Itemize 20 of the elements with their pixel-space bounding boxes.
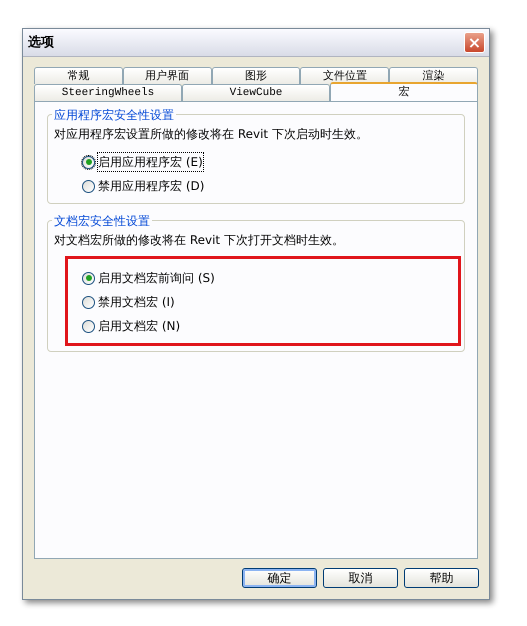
radio-option[interactable]: 启用应用程序宏 (E) (82, 153, 203, 171)
group-title: 应用程序宏安全性设置 (52, 106, 176, 124)
group-description: 对应用程序宏设置所做的修改将在 Revit 下次启动时生效。 (54, 126, 369, 143)
window-title: 选项 (28, 34, 54, 52)
dialog-button[interactable]: 取消 (323, 568, 398, 588)
group-title: 文档宏安全性设置 (52, 212, 152, 230)
radio-option[interactable]: 禁用应用程序宏 (D) (82, 177, 204, 195)
radio-option[interactable]: 启用文档宏 (N) (82, 317, 180, 335)
tab[interactable]: 宏 (330, 82, 478, 101)
tab[interactable]: 图形 (212, 67, 300, 84)
tab[interactable]: 用户界面 (122, 67, 212, 84)
group-description: 对文档宏所做的修改将在 Revit 下次打开文档时生效。 (54, 232, 345, 249)
radio-option[interactable]: 启用文档宏前询问 (S) (82, 269, 215, 287)
tab[interactable]: SteeringWheels (34, 84, 182, 101)
tab[interactable]: 常规 (34, 67, 123, 84)
dialog-button[interactable]: 确定 (242, 568, 317, 588)
tab[interactable]: 文件位置 (300, 67, 390, 84)
radio-option[interactable]: 禁用文档宏 (I) (82, 293, 175, 311)
tab[interactable]: ViewCube (182, 84, 330, 101)
dialog-button[interactable]: 帮助 (404, 568, 479, 588)
